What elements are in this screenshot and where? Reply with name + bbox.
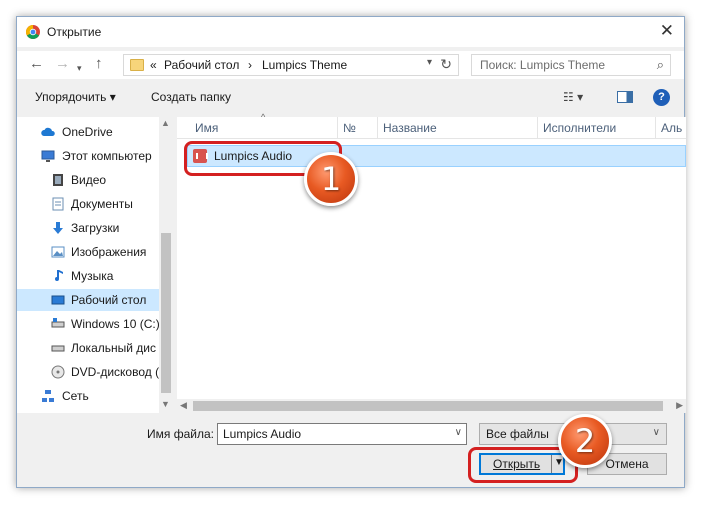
sidebar-item-label: OneDrive: [62, 125, 113, 139]
scrollbar-thumb[interactable]: [161, 233, 171, 393]
address-bar[interactable]: « Рабочий стол › Lumpics Theme ▾ ↻: [123, 54, 459, 76]
column-header: ^ Имя № Название Исполнители Аль: [177, 112, 686, 139]
filename-field[interactable]: Lumpics Audio ∨: [217, 423, 467, 445]
new-folder-button[interactable]: Создать папку: [151, 90, 231, 104]
breadcrumb-desktop[interactable]: Рабочий стол: [164, 58, 239, 72]
sidebar-item-label: Windows 10 (C:): [71, 317, 160, 331]
download-icon: [53, 222, 63, 234]
video-icon: [53, 174, 63, 186]
breadcrumb-separator[interactable]: ›: [248, 58, 252, 72]
sidebar-item-label: Музыка: [71, 269, 114, 283]
column-name[interactable]: Имя: [195, 121, 218, 135]
drive-icon: [51, 318, 65, 328]
cloud-icon: [41, 127, 55, 136]
scrollbar-thumb[interactable]: [193, 401, 663, 411]
dvd-icon: [51, 365, 65, 379]
sidebar-item-label: Сеть: [62, 389, 89, 403]
close-icon[interactable]: ✕: [660, 21, 674, 41]
sidebar-item-dvd[interactable]: DVD-дисковод (: [17, 361, 173, 383]
column-number[interactable]: №: [343, 121, 356, 135]
network-icon: [42, 390, 54, 402]
file-type-value: Все файлы: [486, 427, 549, 441]
chevron-down-icon[interactable]: ∨: [653, 427, 660, 438]
step-badge-2: 2: [558, 414, 612, 468]
sidebar-item-downloads[interactable]: Загрузки: [17, 217, 173, 239]
column-title[interactable]: Название: [383, 121, 437, 135]
chevron-down-icon[interactable]: ∨: [455, 427, 462, 438]
sidebar-item-music[interactable]: Музыка: [17, 265, 173, 287]
navigation-pane: OneDrive Этот компьютер Видео Документы …: [17, 117, 173, 413]
drive-icon: [51, 345, 65, 352]
scroll-up-icon[interactable]: ▲: [161, 118, 170, 128]
image-icon: [51, 246, 65, 258]
toolbar: Упорядочить ▾ Создать папку ☷ ▾ ?: [17, 85, 684, 111]
scroll-left-icon[interactable]: ◀: [180, 400, 187, 411]
filename-value: Lumpics Audio: [223, 427, 302, 441]
sidebar-item-drive-c[interactable]: Windows 10 (C:): [17, 313, 173, 335]
desktop-icon: [51, 295, 65, 305]
sidebar-item-local-disk[interactable]: Локальный дис: [17, 337, 173, 359]
forward-arrow-icon[interactable]: →: [55, 55, 70, 73]
sort-ascending-icon: ^: [261, 112, 266, 122]
filename-label: Имя файла:: [147, 427, 214, 441]
sidebar-item-video[interactable]: Видео: [17, 169, 173, 191]
search-placeholder: Поиск: Lumpics Theme: [480, 58, 606, 72]
view-options-icon[interactable]: ☷ ▾: [563, 90, 583, 104]
sidebar-item-label: Рабочий стол: [71, 293, 147, 307]
sidebar-item-onedrive[interactable]: OneDrive: [17, 121, 173, 143]
up-arrow-icon[interactable]: ↑: [95, 55, 103, 73]
column-album[interactable]: Аль: [661, 121, 682, 135]
breadcrumb-lumpics-theme[interactable]: Lumpics Theme: [262, 58, 347, 72]
address-row: ← → ▾ ↑ « Рабочий стол › Lumpics Theme ▾…: [17, 51, 684, 79]
scroll-right-icon[interactable]: ▶: [676, 400, 683, 411]
back-arrow-icon[interactable]: ←: [29, 55, 44, 73]
column-artists[interactable]: Исполнители: [543, 121, 616, 135]
sidebar-item-this-pc[interactable]: Этот компьютер: [17, 145, 173, 167]
sidebar-item-images[interactable]: Изображения: [17, 241, 173, 263]
sidebar-item-label: Видео: [71, 173, 107, 187]
sidebar-item-documents[interactable]: Документы: [17, 193, 173, 215]
sidebar-item-label: Этот компьютер: [62, 149, 152, 163]
sidebar-item-desktop[interactable]: Рабочий стол: [17, 289, 159, 311]
sidebar-item-label: Изображения: [71, 245, 147, 259]
sidebar-item-label: DVD-дисковод (: [71, 365, 160, 379]
sidebar-item-network[interactable]: Сеть: [17, 385, 173, 407]
recent-locations-icon[interactable]: ▾: [77, 59, 82, 77]
search-input[interactable]: Поиск: Lumpics Theme ⌕: [471, 54, 671, 76]
document-icon: [52, 197, 64, 211]
organize-button[interactable]: Упорядочить ▾: [35, 90, 116, 104]
refresh-icon[interactable]: ↻: [440, 56, 452, 73]
folder-icon: [130, 59, 144, 71]
scroll-down-icon[interactable]: ▼: [161, 399, 170, 409]
sidebar-item-label: Загрузки: [71, 221, 120, 235]
step-badge-1: 1: [304, 152, 358, 206]
help-icon[interactable]: ?: [653, 89, 670, 106]
sidebar-item-label: Локальный дис: [71, 341, 156, 355]
music-icon: [55, 270, 63, 281]
title-bar: Открытие ✕: [17, 17, 684, 47]
sidebar-scrollbar[interactable]: ▲ ▼: [159, 117, 173, 413]
chrome-icon: [26, 25, 40, 39]
window-title: Открытие: [47, 25, 102, 39]
sidebar-item-label: Документы: [71, 197, 133, 211]
search-icon[interactable]: ⌕: [657, 57, 664, 73]
computer-icon: [41, 150, 55, 162]
horizontal-scrollbar[interactable]: ◀ ▶: [177, 399, 686, 413]
preview-pane-icon[interactable]: [617, 91, 633, 103]
breadcrumb-overflow[interactable]: «: [150, 58, 157, 72]
chevron-down-icon[interactable]: ▾: [427, 57, 432, 68]
